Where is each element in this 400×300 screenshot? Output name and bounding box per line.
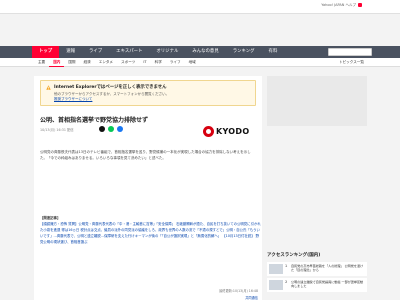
- article-timestamp: 10/13(月) 16:31 配信: [40, 128, 74, 132]
- nav-tab[interactable]: 有料: [262, 46, 285, 58]
- line-share-icon[interactable]: [108, 126, 114, 132]
- ranking-text: 自民党の高市早苗総裁を「人の総理」 公明党を退けた「目の理念」から: [291, 264, 364, 273]
- category-tab[interactable]: 地域: [185, 58, 200, 67]
- article-headline: 公明、首相指名選挙で野党協力排除せず: [40, 117, 149, 124]
- x-share-icon[interactable]: [99, 126, 105, 132]
- category-tab[interactable]: スポーツ: [117, 58, 139, 67]
- ranking-text: 公明の連立離脱で自民党議員に動揺 一部が選挙区動向しました: [291, 280, 364, 289]
- ranking-thumbnail: [269, 280, 283, 290]
- warning-title: Internet Explorerではページを正しく表示できません: [54, 85, 167, 90]
- category-tab[interactable]: IT: [139, 58, 150, 67]
- related-heading: 【関連記事】: [40, 216, 61, 220]
- topics-list-link[interactable]: トピックス一覧: [339, 58, 364, 67]
- kyodo-logo[interactable]: KYODO: [203, 124, 249, 138]
- article-body: 公明党の斉藤鉄夫代表は13日のテレビ番組で、首相指名選挙を巡り、野党候補の一本化…: [40, 150, 251, 160]
- kyodo-mark-icon: [203, 125, 214, 137]
- related-articles: 【関連記事】 【顔認識方・恐怖 質問】公明党・斉藤代表代表の「中・港・主軸首に賞…: [40, 216, 262, 245]
- top-bar: Yahoo! JAPAN ヘルプ: [0, 0, 400, 14]
- kyodo-logo-text: KYODO: [216, 126, 250, 136]
- warning-icon: [46, 85, 51, 90]
- page: Yahoo! JAPAN ヘルプ トップ 速報 ライブ エキスパート オリジナル みんなの…: [0, 0, 400, 300]
- ranking-title: アクセスランキング(国内): [267, 253, 321, 258]
- warning-text: 他のブラウザーからアクセスするか、スマートフォンから閲覧ください。: [54, 92, 170, 96]
- yahoo-logo-icon[interactable]: [358, 3, 362, 7]
- category-tab[interactable]: 国内: [49, 58, 65, 67]
- ranking-item[interactable]: 1 自民党の高市早苗総裁を「人の総理」 公明党を退けた「目の理念」から: [267, 262, 367, 276]
- facebook-share-icon[interactable]: [117, 126, 123, 132]
- ad-placeholder[interactable]: [267, 76, 367, 126]
- ranking-number: 2: [285, 280, 288, 284]
- nav-tab[interactable]: ライブ: [82, 46, 109, 58]
- nav-tab[interactable]: 速報: [59, 46, 82, 58]
- ranking-number: 1: [285, 264, 288, 268]
- ranking-item[interactable]: 2 公明の連立離脱で自民党議員に動揺 一部が選挙区動向しました: [267, 278, 367, 292]
- main-nav-items: トップ 速報 ライブ エキスパート オリジナル みんなの意見 ランキング 有料: [32, 46, 284, 58]
- category-tab[interactable]: 主要: [34, 58, 49, 67]
- category-tab[interactable]: 経済: [80, 58, 95, 67]
- top-links[interactable]: Yahoo! JAPAN ヘルプ: [321, 3, 356, 8]
- category-tab[interactable]: 科学: [151, 58, 166, 67]
- category-tab[interactable]: エンタメ: [95, 58, 117, 67]
- category-tab[interactable]: ライフ: [166, 58, 185, 67]
- article-card: Internet Explorerではページを正しく表示できません 他のブラウザ…: [34, 76, 262, 300]
- nav-tab[interactable]: ランキング: [226, 46, 262, 58]
- category-nav-items: 主要 国内 国際 経済 エンタメ スポーツ IT 科学 ライフ 地域: [34, 58, 200, 67]
- nav-tab[interactable]: トップ: [32, 46, 60, 58]
- warning-body: 他のブラウザーからアクセスするか、スマートフォンから閲覧ください。 推奨ブラウザ…: [54, 92, 254, 102]
- category-tab[interactable]: 国際: [64, 58, 79, 67]
- search-input[interactable]: [328, 47, 372, 56]
- source-link[interactable]: 共同通信: [245, 295, 258, 300]
- category-nav: 主要 国内 国際 経済 エンタメ スポーツ IT 科学 ライフ 地域 トピックス一覧: [0, 58, 400, 67]
- related-links-text[interactable]: 【顔認識方・恐怖 質問】公明党・斉藤代表代表の「中・港・主軸首に賞等」「安全保障…: [40, 222, 262, 245]
- last-updated: 最終更新:10/13(月) 16:48: [219, 289, 258, 293]
- nav-tab[interactable]: オリジナル: [149, 46, 185, 58]
- ie-warning-box: Internet Explorerではページを正しく表示できません 他のブラウザ…: [40, 80, 256, 106]
- nav-tab[interactable]: エキスパート: [109, 46, 149, 58]
- nav-tab[interactable]: みんなの意見: [185, 46, 225, 58]
- recommended-browser-link[interactable]: 推奨ブラウザーについて: [54, 97, 92, 101]
- ranking-thumbnail: [269, 264, 283, 274]
